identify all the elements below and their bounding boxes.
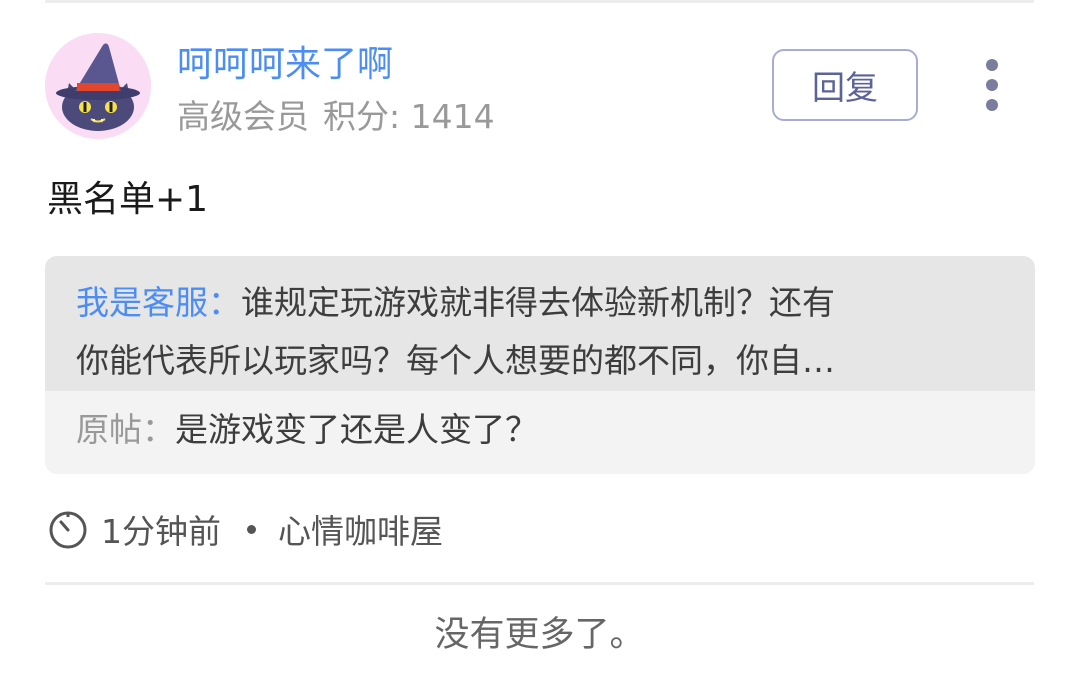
no-more-label: 没有更多了。 (434, 615, 645, 655)
post-time: 1分钟前 (101, 512, 221, 551)
quoted-reply[interactable]: 我是客服：谁规定玩游戏就非得去体验新机制？还有 你能代表所以玩家吗？每个人想要的… (45, 256, 1035, 474)
user-avatar[interactable] (45, 33, 151, 139)
clock-icon (49, 511, 87, 549)
member-points: 积分: 1414 (323, 97, 495, 136)
original-post-title: 是游戏变了还是人变了？ (175, 410, 538, 449)
reply-button[interactable]: 回复 (772, 49, 918, 121)
bottom-divider (45, 582, 1034, 585)
member-level: 高级会员 (177, 97, 309, 136)
witch-cat-avatar-icon (45, 33, 151, 139)
separator-dot (247, 524, 256, 534)
original-post-link[interactable]: 原帖：是游戏变了还是人变了？ (76, 408, 538, 452)
post-page: 呵呵呵来了啊 高级会员 积分: 1414 回复 黑名单+1 我是客服：谁规定玩游戏… (0, 0, 1079, 684)
top-divider (45, 0, 1034, 3)
quote-text: 我是客服：谁规定玩游戏就非得去体验新机制？还有 你能代表所以玩家吗？每个人想要的… (76, 274, 1006, 390)
post-content: 黑名单+1 (47, 179, 209, 220)
username[interactable]: 呵呵呵来了啊 (177, 42, 393, 88)
quote-author[interactable]: 我是客服： (76, 283, 241, 322)
quote-line-1: 我是客服：谁规定玩游戏就非得去体验新机制？还有 (76, 274, 1006, 332)
quote-line-2: 你能代表所以玩家吗？每个人想要的都不同，你自… (76, 341, 835, 380)
post-meta: 1分钟前 心情咖啡屋 (47, 506, 443, 552)
more-options-button[interactable] (970, 55, 1014, 115)
member-info: 高级会员 积分: 1414 (177, 96, 509, 138)
quote-body-line1: 谁规定玩游戏就非得去体验新机制？还有 (241, 283, 835, 322)
original-post-label: 原帖： (76, 410, 175, 449)
forum-name[interactable]: 心情咖啡屋 (278, 505, 443, 553)
